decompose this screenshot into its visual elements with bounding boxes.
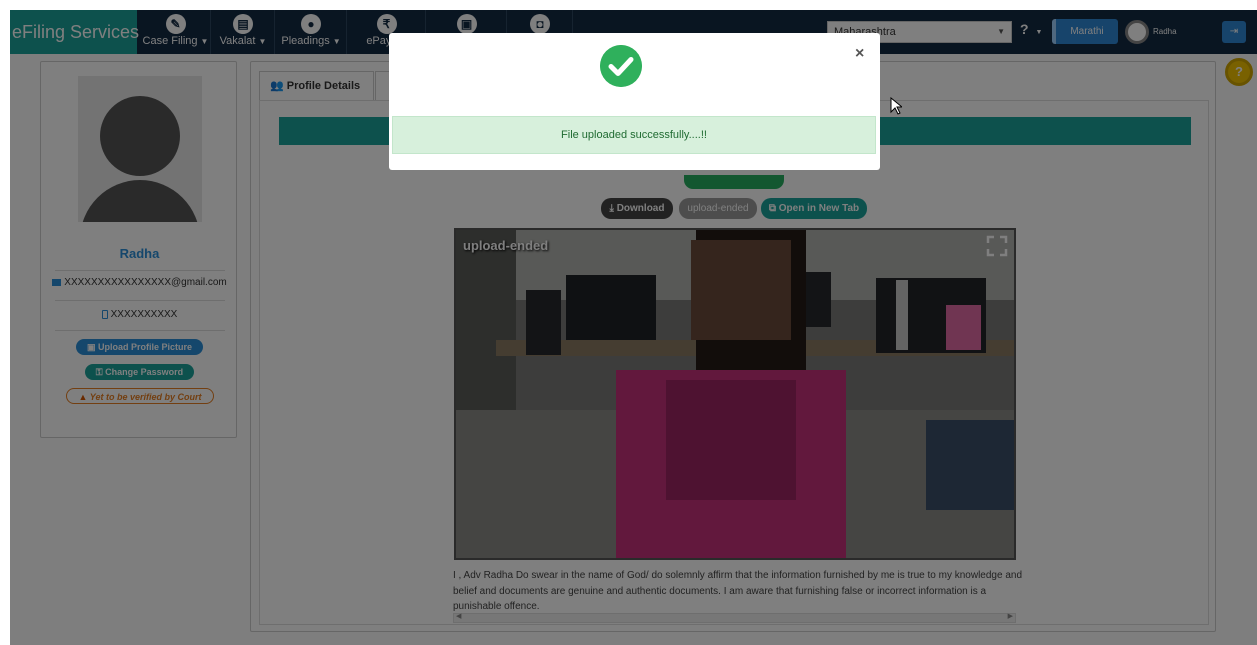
success-message: File uploaded successfully....!! xyxy=(392,116,876,154)
close-icon[interactable]: × xyxy=(855,45,864,63)
app-window: eFiling Services ✎ Case Filing▼ ▤ Vakala… xyxy=(10,10,1257,645)
upload-success-modal: × File uploaded successfully....!! xyxy=(389,33,880,170)
check-circle-icon xyxy=(600,45,642,87)
mouse-cursor-icon xyxy=(890,97,902,115)
